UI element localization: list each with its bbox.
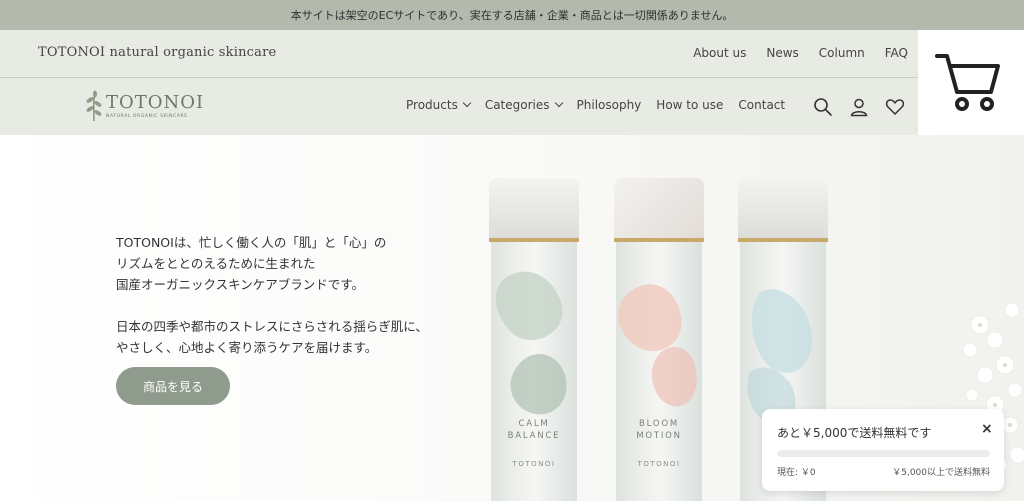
popup-message: あと￥5,000で送料無料です: [777, 426, 932, 440]
nav-categories[interactable]: Categories: [484, 98, 563, 112]
top-bar: TOTONOI natural organic skincare About u…: [0, 30, 918, 78]
bottle-brand: TOTONOI: [512, 460, 556, 468]
chevron-down-icon: [462, 98, 472, 108]
popup-threshold: ￥5,000以上で送料無料: [892, 468, 990, 478]
nav-contact[interactable]: Contact: [738, 98, 785, 112]
account-icon[interactable]: [849, 97, 869, 117]
shipping-progress-bar: [777, 450, 990, 457]
free-shipping-popup: あと￥5,000で送料無料です × 現在: ￥0 ￥5,000以上で送料無料: [762, 409, 1004, 491]
hero-line: やさしく、心地よく寄り添うケアを届けます。: [116, 340, 378, 355]
logo-wordmark: TOTONOI: [106, 91, 205, 113]
top-link-about[interactable]: About us: [693, 46, 746, 60]
nav-products-label: Products: [406, 98, 458, 112]
hero-line: TOTONOIは、忙しく働く人の「肌」と「心」の: [116, 235, 387, 250]
view-products-button[interactable]: 商品を見る: [116, 367, 230, 405]
hero-line: 国産オーガニックスキンケアブランドです。: [116, 277, 365, 292]
hero-description: TOTONOIは、忙しく働く人の「肌」と「心」の リズムをととのえるために生まれ…: [116, 232, 428, 358]
nav-products[interactable]: Products: [406, 98, 472, 112]
close-icon[interactable]: ×: [981, 421, 993, 437]
nav-philosophy[interactable]: Philosophy: [577, 98, 642, 112]
search-icon[interactable]: [813, 97, 833, 117]
bottle-cap: [489, 178, 579, 240]
top-link-column[interactable]: Column: [819, 46, 865, 60]
hero-line: リズムをととのえるために生まれた: [116, 256, 316, 271]
bottle-label: CALM BALANCE: [507, 419, 561, 441]
leaf-icon: [86, 90, 102, 122]
cart-icon[interactable]: [935, 52, 1001, 112]
logo-subtitle: NATURAL ORGANIC SKINCARE: [106, 113, 188, 119]
main-navigation: TOTONOI NATURAL ORGANIC SKINCARE Product…: [0, 78, 918, 135]
nav-categories-label: Categories: [484, 98, 550, 112]
product-bottle-calm-balance[interactable]: CALM BALANCE TOTONOI: [489, 178, 579, 501]
logo[interactable]: TOTONOI NATURAL ORGANIC SKINCARE: [84, 88, 204, 124]
nav-icons: [813, 97, 905, 117]
announcement-text: 本サイトは架空のECサイトであり、実在する店舗・企業・商品とは一切関係ありません…: [290, 9, 734, 22]
nav-how-to-use[interactable]: How to use: [656, 98, 723, 112]
chevron-down-icon: [554, 98, 563, 108]
product-bottle-bloom-motion[interactable]: BLOOM MOTION TOTONOI: [614, 178, 704, 501]
popup-current-amount: 現在: ￥0: [777, 468, 816, 478]
heart-icon[interactable]: [885, 97, 905, 117]
top-links: About us News Column FAQ: [693, 46, 908, 60]
bottle-cap: [738, 178, 828, 240]
bottle-brand: TOTONOI: [637, 460, 681, 468]
brand-tagline[interactable]: TOTONOI natural organic skincare: [38, 45, 276, 60]
hero-line: 日本の四季や都市のストレスにさらされる揺らぎ肌に、: [116, 319, 428, 334]
bottle-cap: [614, 178, 704, 240]
bottle-label: BLOOM MOTION: [636, 419, 682, 441]
top-link-news[interactable]: News: [766, 46, 798, 60]
top-link-faq[interactable]: FAQ: [885, 46, 908, 60]
announcement-bar: 本サイトは架空のECサイトであり、実在する店舗・企業・商品とは一切関係ありません…: [0, 0, 1024, 30]
nav-links: Products Categories Philosophy How to us…: [406, 98, 785, 112]
